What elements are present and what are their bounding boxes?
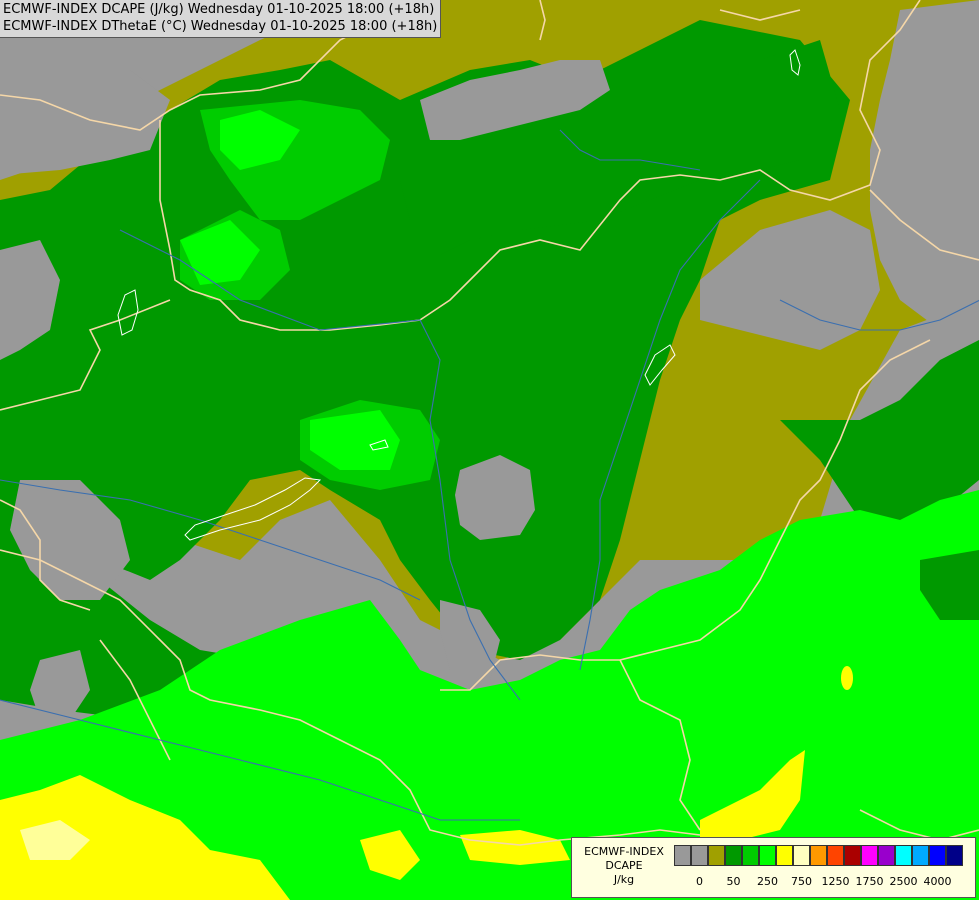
legend-tick-label: 750 bbox=[791, 875, 812, 888]
legend-swatch bbox=[929, 845, 946, 866]
legend-tick-label: 1750 bbox=[855, 875, 884, 888]
legend-swatch bbox=[878, 845, 895, 866]
legend-swatch bbox=[708, 845, 725, 866]
legend-swatch bbox=[776, 845, 793, 866]
legend-swatch bbox=[895, 845, 912, 866]
legend-swatch bbox=[691, 845, 708, 866]
legend-tick-label: 250 bbox=[757, 875, 778, 888]
legend-swatch bbox=[674, 845, 691, 866]
legend-swatch bbox=[759, 845, 776, 866]
legend-swatch bbox=[861, 845, 878, 866]
legend-title: ECMWF-INDEX DCAPE J/kg bbox=[576, 845, 672, 887]
legend-tick-label: 0 bbox=[696, 875, 703, 888]
title-line-dcape: ECMWF-INDEX DCAPE (J/kg) Wednesday 01-10… bbox=[3, 2, 435, 17]
legend-swatch bbox=[844, 845, 861, 866]
legend-tick-label: 4000 bbox=[923, 875, 952, 888]
legend-tick-label: 1250 bbox=[821, 875, 850, 888]
legend-swatch bbox=[725, 845, 742, 866]
map-title-box: ECMWF-INDEX DCAPE (J/kg) Wednesday 01-10… bbox=[0, 0, 442, 38]
legend-title-param: DCAPE bbox=[605, 859, 643, 872]
gray-island-center bbox=[455, 455, 535, 540]
legend-tick-label: 2500 bbox=[889, 875, 918, 888]
dcape-map[interactable] bbox=[0, 0, 979, 900]
title-line-dthetae: ECMWF-INDEX DThetaE (°C) Wednesday 01-10… bbox=[3, 19, 438, 34]
legend-swatch bbox=[827, 845, 844, 866]
legend-tick-label: 50 bbox=[726, 875, 741, 888]
legend-swatch bbox=[912, 845, 929, 866]
legend-swatch bbox=[946, 845, 963, 866]
legend-swatch bbox=[810, 845, 827, 866]
legend-title-unit: J/kg bbox=[613, 873, 635, 886]
yellow-spot-east bbox=[841, 666, 853, 690]
legend-swatch bbox=[793, 845, 810, 866]
legend-title-model: ECMWF-INDEX bbox=[584, 845, 664, 858]
legend-swatch bbox=[742, 845, 759, 866]
color-legend: ECMWF-INDEX DCAPE J/kg 0 50 250 750 1250 1750… bbox=[571, 837, 976, 898]
